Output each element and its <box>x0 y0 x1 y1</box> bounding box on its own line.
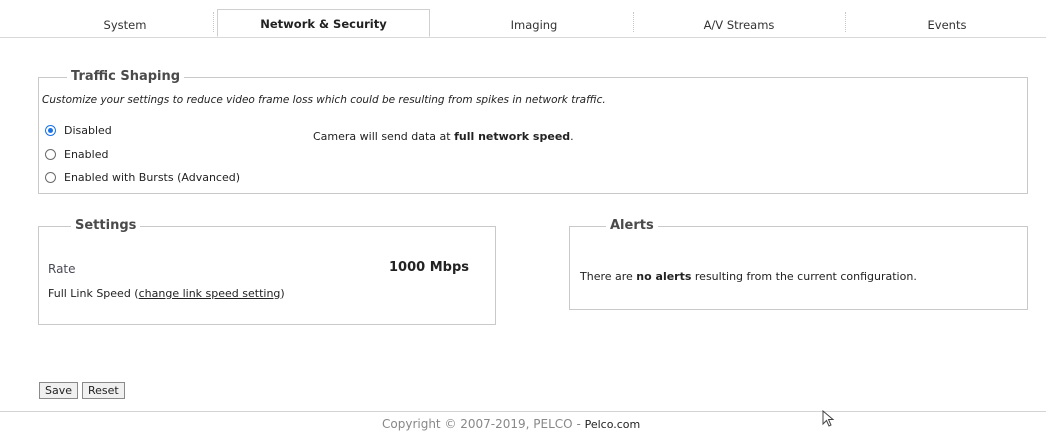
radio-enabled[interactable]: Enabled <box>45 148 108 161</box>
alerts-bold-text: no alerts <box>636 270 692 283</box>
tab-av-streams[interactable]: A/V Streams <box>636 0 842 32</box>
tab-network-security[interactable]: Network & Security <box>217 9 430 37</box>
tab-label: System <box>103 18 147 32</box>
save-button[interactable]: Save <box>39 382 79 399</box>
tab-events[interactable]: Events <box>848 0 1046 32</box>
camera-speed-message: Camera will send data at full network sp… <box>313 130 574 143</box>
message-text: Camera will send data at <box>313 130 455 143</box>
tab-separator <box>213 12 214 32</box>
message-text: . <box>570 130 574 143</box>
change-link-speed-link[interactable]: change link speed setting <box>139 287 281 300</box>
tab-label: A/V Streams <box>703 18 775 32</box>
link-speed-text: Full Link Speed ( <box>48 287 139 300</box>
traffic-shaping-description: Customize your settings to reduce video … <box>42 94 606 106</box>
traffic-shaping-fieldset: Traffic Shaping Customize your settings … <box>38 69 1028 194</box>
radio-button[interactable] <box>45 172 56 183</box>
tab-label: Network & Security <box>260 17 387 31</box>
alerts-fieldset: Alerts There are no alerts resulting fro… <box>569 218 1028 310</box>
message-bold-text: full network speed <box>454 130 571 143</box>
copyright-text: Copyright © 2007-2019, PELCO - <box>382 417 585 431</box>
tab-label: Events <box>927 18 967 32</box>
reset-button[interactable]: Reset <box>82 382 125 399</box>
tab-bar-divider <box>0 37 1046 38</box>
rate-label: Rate <box>48 262 76 276</box>
tab-separator <box>845 12 846 32</box>
radio-label: Enabled <box>64 148 109 161</box>
link-speed-text: ) <box>280 287 285 300</box>
rate-value: 1000 Mbps <box>389 260 469 275</box>
alerts-legend: Alerts <box>606 218 658 234</box>
radio-label: Disabled <box>64 124 112 137</box>
copyright-footer: Copyright © 2007-2019, PELCO - Pelco.com <box>382 417 640 431</box>
radio-button-selected[interactable] <box>45 125 56 136</box>
link-speed-row: Full Link Speed (change link speed setti… <box>48 287 285 300</box>
alerts-text: There are <box>580 270 637 283</box>
tab-system[interactable]: System <box>30 0 220 32</box>
radio-disabled[interactable]: Disabled <box>45 124 112 137</box>
settings-fieldset: Settings Rate 1000 Mbps Full Link Speed … <box>38 218 496 325</box>
tab-separator <box>633 12 634 32</box>
radio-button[interactable] <box>45 149 56 160</box>
pelco-link[interactable]: Pelco.com <box>585 418 641 431</box>
tab-imaging[interactable]: Imaging <box>436 0 632 32</box>
alerts-message: There are no alerts resulting from the c… <box>580 270 917 283</box>
radio-enabled-bursts[interactable]: Enabled with Bursts (Advanced) <box>45 171 240 184</box>
settings-legend: Settings <box>71 218 141 234</box>
mouse-cursor-icon <box>822 410 835 427</box>
traffic-shaping-legend: Traffic Shaping <box>67 69 185 85</box>
footer-divider <box>0 411 1046 412</box>
alerts-text: resulting from the current configuration… <box>691 270 917 283</box>
tab-bar: System Network & Security Imaging A/V St… <box>0 0 1046 38</box>
radio-label: Enabled with Bursts (Advanced) <box>64 171 241 184</box>
tab-label: Imaging <box>510 18 558 32</box>
